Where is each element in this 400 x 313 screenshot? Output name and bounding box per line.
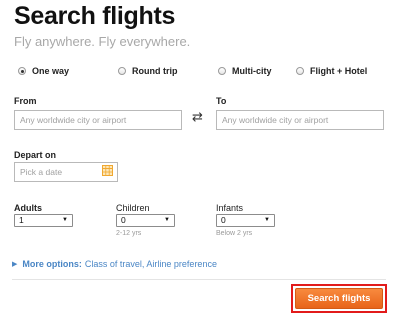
chevron-down-icon: ▼ bbox=[264, 217, 270, 223]
children-label: Children bbox=[116, 203, 150, 213]
children-value: 0 bbox=[121, 215, 126, 225]
children-hint: 2-12 yrs bbox=[116, 230, 142, 237]
flight-hotel-radio[interactable] bbox=[296, 67, 304, 75]
more-options-label: More options: bbox=[22, 259, 82, 269]
more-options-link[interactable]: ▶ More options: Class of travel, Airline… bbox=[12, 259, 217, 269]
depart-label: Depart on bbox=[14, 150, 57, 160]
calendar-icon[interactable] bbox=[102, 165, 113, 176]
children-select[interactable]: 0 ▼ bbox=[116, 214, 175, 227]
chevron-down-icon: ▼ bbox=[62, 217, 68, 223]
to-label: To bbox=[216, 96, 227, 106]
from-label: From bbox=[14, 96, 37, 106]
search-button-highlight: Search flights bbox=[291, 284, 387, 313]
multi-city-label: Multi-city bbox=[232, 66, 272, 76]
one-way-radio[interactable] bbox=[18, 67, 26, 75]
infants-hint: Below 2 yrs bbox=[216, 230, 253, 237]
trip-type-flight-hotel[interactable]: Flight + Hotel bbox=[296, 66, 367, 76]
trip-type-multi-city[interactable]: Multi-city bbox=[218, 66, 272, 76]
one-way-label: One way bbox=[32, 66, 70, 76]
page-subtitle: Fly anywhere. Fly everywhere. bbox=[14, 34, 191, 49]
adults-value: 1 bbox=[19, 215, 24, 225]
from-input[interactable] bbox=[14, 110, 182, 130]
infants-value: 0 bbox=[221, 215, 226, 225]
to-input[interactable] bbox=[216, 110, 384, 130]
page-title: Search flights bbox=[14, 2, 176, 30]
more-options-detail: Class of travel, Airline preference bbox=[84, 259, 217, 269]
trip-type-one-way[interactable]: One way bbox=[18, 66, 69, 76]
trip-type-round-trip[interactable]: Round trip bbox=[118, 66, 178, 76]
infants-label: Infants bbox=[216, 203, 244, 213]
infants-select[interactable]: 0 ▼ bbox=[216, 214, 275, 227]
triangle-right-icon: ▶ bbox=[12, 261, 18, 268]
flight-hotel-label: Flight + Hotel bbox=[310, 66, 368, 76]
chevron-down-icon: ▼ bbox=[164, 217, 170, 223]
divider bbox=[12, 279, 386, 280]
multi-city-radio[interactable] bbox=[218, 67, 226, 75]
round-trip-label: Round trip bbox=[132, 66, 178, 76]
search-flights-button[interactable]: Search flights bbox=[295, 288, 383, 309]
swap-arrows-icon[interactable]: ⇄ bbox=[192, 110, 203, 124]
adults-label: Adults bbox=[14, 203, 42, 213]
adults-select[interactable]: 1 ▼ bbox=[14, 214, 73, 227]
round-trip-radio[interactable] bbox=[118, 67, 126, 75]
